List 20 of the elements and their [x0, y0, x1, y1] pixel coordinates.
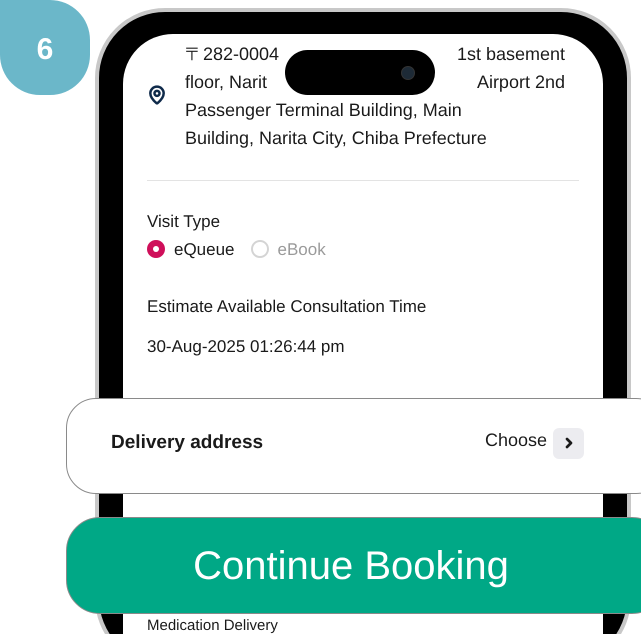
estimate-time: 30-Aug-2025 01:26:44 pm — [147, 336, 346, 358]
address-text: Airport 2nd — [476, 71, 565, 94]
step-badge: 6 — [0, 0, 90, 95]
choose-link[interactable]: Choose — [484, 426, 547, 454]
address-text: floor, Narit — [185, 71, 268, 94]
address-text: 1st basement — [456, 43, 565, 66]
address-text: Passenger Terminal Building, Main — [185, 99, 463, 122]
estimate-label: Estimate Available Consultation Time — [147, 296, 428, 318]
camera-icon — [401, 66, 415, 80]
address-text: 〒282-0004 — [185, 43, 280, 66]
visit-type-label: Visit Type — [147, 211, 222, 233]
radio-icon — [250, 240, 268, 258]
delivery-address-label: Delivery address — [111, 430, 264, 455]
chevron-right-icon[interactable] — [553, 428, 584, 458]
delivery-address-row[interactable]: Delivery address Choose — [66, 398, 641, 494]
section-heading: Medication Delivery — [147, 617, 278, 634]
location-pin-icon — [147, 85, 167, 105]
radio-icon — [147, 240, 165, 258]
radio-option[interactable]: eQueue — [147, 236, 234, 262]
address-text: Building, Narita City, Chiba Prefecture — [185, 127, 488, 150]
